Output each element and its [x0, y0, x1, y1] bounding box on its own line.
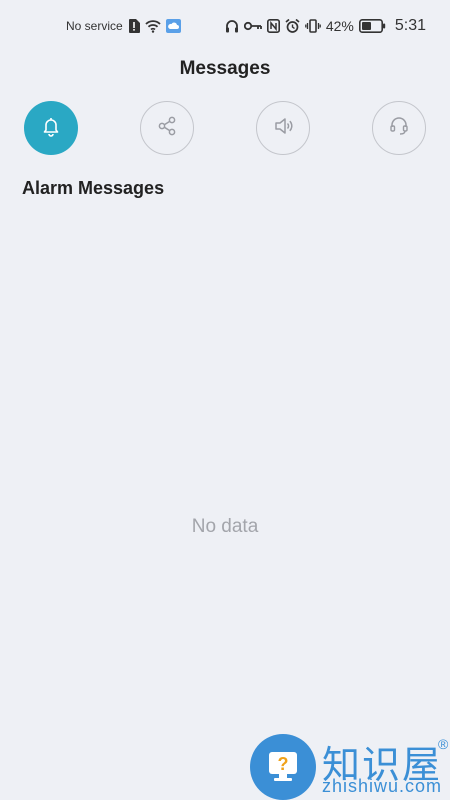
category-share-button[interactable] — [140, 101, 194, 155]
battery-percent: 42% — [325, 18, 354, 34]
carrier-text: No service — [66, 19, 123, 33]
section-title: Alarm Messages — [22, 178, 165, 198]
watermark-brand-en: zhishiwu.com — [322, 776, 443, 796]
alert-sim-icon — [128, 19, 140, 33]
wifi-icon — [145, 19, 161, 33]
key-icon — [243, 20, 262, 32]
vibrate-icon — [304, 19, 321, 33]
watermark-registered: ® — [438, 736, 449, 752]
svg-text:?: ? — [278, 754, 289, 774]
status-left: No service — [66, 16, 181, 36]
share-icon — [156, 115, 178, 142]
category-headset-button[interactable] — [372, 101, 426, 155]
message-categories — [0, 101, 450, 155]
page-title: Messages — [179, 58, 271, 79]
watermark-logo: ? 知识屋 ® zhishiwu.com — [250, 732, 450, 800]
nfc-icon — [266, 19, 280, 33]
empty-state-text: No data — [191, 516, 259, 537]
category-speaker-button[interactable] — [256, 101, 310, 155]
category-alarm-button[interactable] — [24, 101, 78, 155]
headphones-icon — [225, 19, 239, 33]
speaker-icon — [272, 115, 294, 142]
status-right: 42% 5:31 — [225, 16, 426, 36]
clock-time: 5:31 — [394, 17, 426, 34]
cloud-icon — [165, 19, 181, 33]
battery-icon — [358, 19, 386, 33]
status-bar: No service 42% 5:31 — [0, 0, 450, 52]
bell-icon — [40, 115, 62, 142]
headset-icon — [388, 115, 410, 142]
watermark-help-icon: ? — [250, 734, 316, 800]
alarm-icon — [285, 19, 300, 33]
